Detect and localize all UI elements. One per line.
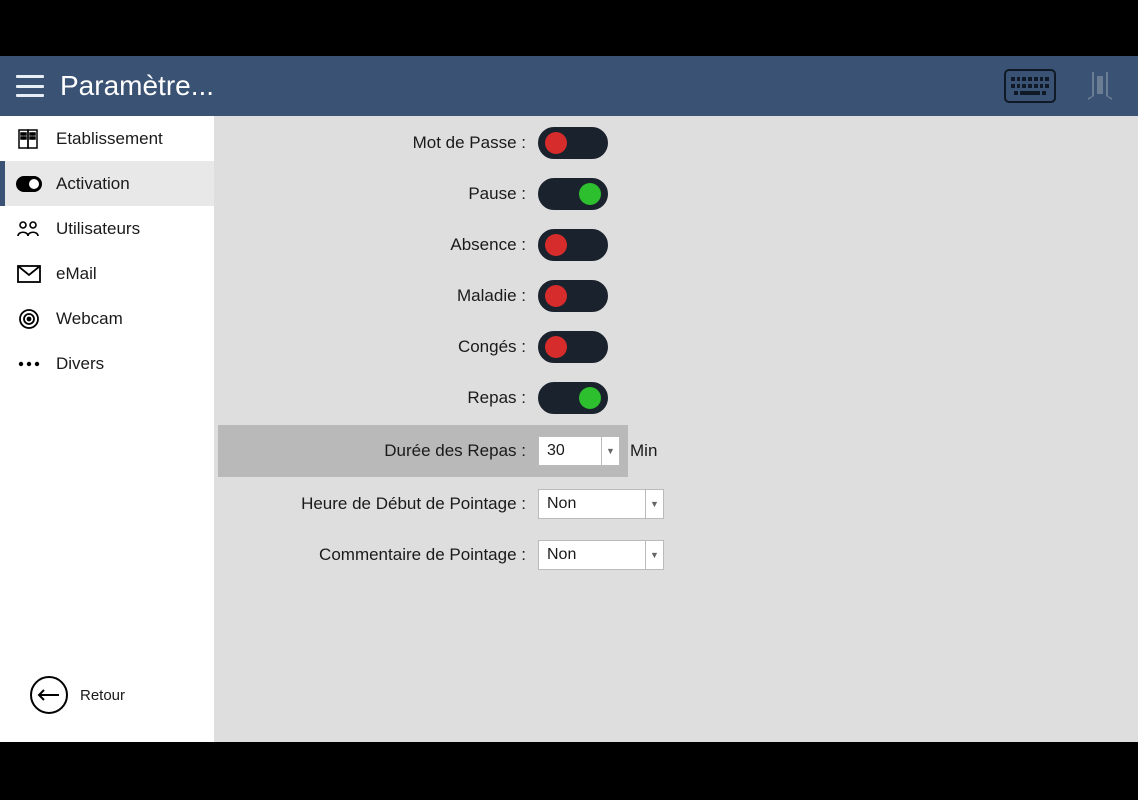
sidebar-item-divers[interactable]: Divers [0,341,214,386]
back-button[interactable]: Retour [0,676,214,742]
meal-duration-select[interactable]: 30 ▼ [538,436,620,466]
start-time-select[interactable]: Non ▼ [538,489,664,519]
select-value: Non [547,495,576,513]
header-actions [1004,64,1122,108]
toggle-icon [16,172,42,196]
setting-row-repas: Repas : [218,374,628,422]
setting-row-absence: Absence : [218,221,628,269]
chevron-down-icon: ▼ [645,541,663,569]
row-label: Mot de Passe : [218,133,538,153]
back-label: Retour [80,687,125,704]
row-label: Absence : [218,235,538,255]
toggle-conges[interactable] [538,331,608,363]
mail-icon [16,262,42,286]
setting-row-conges: Congés : [218,323,628,371]
row-label: Congés : [218,337,538,357]
building-icon [16,127,42,151]
setting-row-pause: Pause : [218,170,628,218]
sidebar-item-label: Webcam [56,309,123,329]
sidebar-item-webcam[interactable]: Webcam [0,296,214,341]
row-label: Pause : [218,184,538,204]
chevron-down-icon: ▼ [601,437,619,465]
toggle-repas[interactable] [538,382,608,414]
row-label: Commentaire de Pointage : [218,545,538,565]
app-header: Paramètre... [0,56,1138,116]
sidebar-item-activation[interactable]: Activation [0,161,214,206]
sidebar-item-utilisateurs[interactable]: Utilisateurs [0,206,214,251]
row-label: Heure de Début de Pointage : [218,494,538,514]
sidebar-item-label: eMail [56,264,97,284]
sidebar-item-etablissement[interactable]: Etablissement [0,116,214,161]
brand-logo [1078,64,1122,108]
setting-row-password: Mot de Passe : [218,119,628,167]
app-window: Paramètre... [0,56,1138,742]
sidebar: Etablissement Activation [0,116,214,742]
sidebar-item-email[interactable]: eMail [0,251,214,296]
keyboard-icon[interactable] [1004,69,1056,103]
toggle-maladie[interactable] [538,280,608,312]
page-title: Paramètre... [60,70,214,102]
setting-row-comment: Commentaire de Pointage : Non ▼ [218,531,628,579]
setting-row-maladie: Maladie : [218,272,628,320]
webcam-icon [16,307,42,331]
main-panel: Mot de Passe : Pause : Absence : Maladie… [214,116,1138,742]
arrow-left-icon [30,676,68,714]
sidebar-item-label: Utilisateurs [56,219,140,239]
comment-select[interactable]: Non ▼ [538,540,664,570]
setting-row-meal-duration: Durée des Repas : 30 ▼ Min [218,425,628,477]
row-label: Durée des Repas : [218,441,538,461]
select-value: Non [547,546,576,564]
users-icon [16,217,42,241]
menu-icon[interactable] [16,75,44,97]
row-label: Maladie : [218,286,538,306]
setting-row-start-time: Heure de Début de Pointage : Non ▼ [218,480,628,528]
sidebar-item-label: Etablissement [56,129,163,149]
app-body: Etablissement Activation [0,116,1138,742]
row-label: Repas : [218,388,538,408]
sidebar-item-label: Activation [56,174,130,194]
dots-icon [16,352,42,376]
unit-label: Min [630,441,657,461]
sidebar-item-label: Divers [56,354,104,374]
select-value: 30 [547,442,565,460]
toggle-pause[interactable] [538,178,608,210]
toggle-absence[interactable] [538,229,608,261]
toggle-password[interactable] [538,127,608,159]
chevron-down-icon: ▼ [645,490,663,518]
